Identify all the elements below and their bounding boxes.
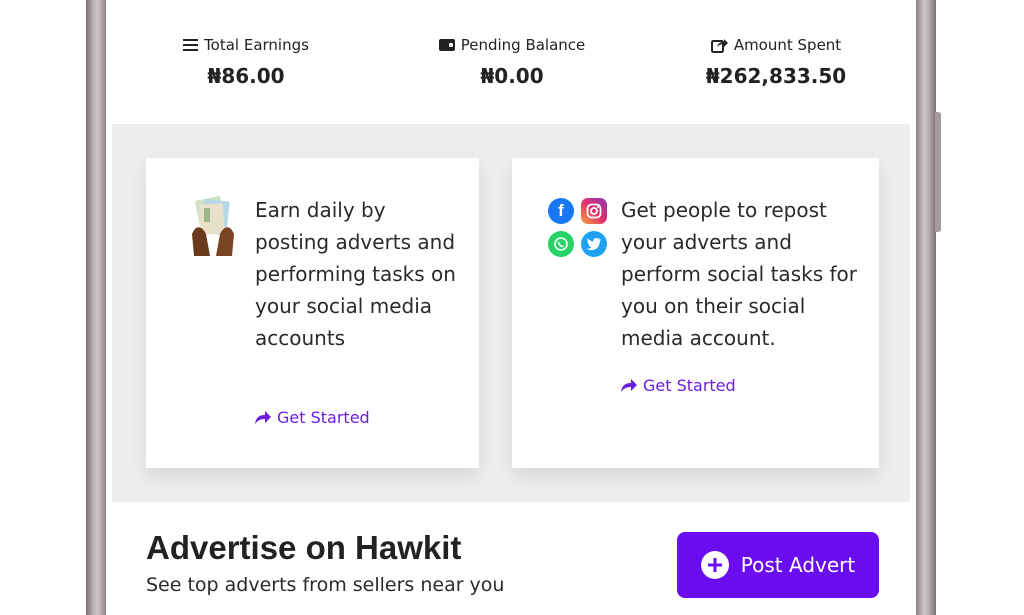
stat-total-earnings: Total Earnings ₦86.00 [146,36,346,88]
social-icons: f [548,198,610,258]
wallet-icon [438,39,455,51]
share-arrow-icon [621,378,637,392]
stat-amount-spent: Amount Spent ₦262,833.50 [676,36,876,88]
phone-frame-right [916,0,936,615]
earn-get-started-link[interactable]: Get Started [255,408,370,427]
post-advert-label: Post Advert [740,553,856,577]
money-hands-icon [192,196,234,256]
phone-frame-left [86,0,106,615]
facebook-icon: f [548,198,574,224]
stat-label: Total Earnings [204,36,309,54]
twitter-icon [581,231,607,257]
get-started-label: Get Started [643,376,736,395]
stat-value: ₦86.00 [207,64,285,88]
repost-card: f Get people to repost your adverts and … [512,158,879,468]
app-screen: Total Earnings ₦86.00 Pending Balance ₦0… [106,0,916,615]
list-icon [183,38,199,52]
share-arrow-icon [255,410,271,424]
share-out-icon [710,38,728,53]
advertise-title: Advertise on Hawkit [146,529,462,566]
earn-card: Earn daily by posting adverts and perfor… [146,158,479,468]
stat-label: Amount Spent [733,36,842,54]
whatsapp-icon [548,231,574,257]
stat-pending-balance: Pending Balance ₦0.00 [412,36,612,88]
phone-side-button [935,112,941,232]
post-advert-button[interactable]: Post Advert [677,532,879,598]
stat-label: Pending Balance [460,36,586,54]
earn-card-text: Earn daily by posting adverts and perfor… [255,198,456,350]
get-started-label: Get Started [277,408,370,427]
advertise-subtitle: See top adverts from sellers near you [146,574,505,596]
repost-get-started-link[interactable]: Get Started [621,376,736,395]
stat-value: ₦0.00 [480,64,544,88]
instagram-icon [581,198,607,224]
promo-section: Earn daily by posting adverts and perfor… [112,124,910,502]
repost-card-text: Get people to repost your adverts and pe… [621,198,857,350]
plus-circle-icon [700,551,729,579]
stat-value: ₦262,833.50 [705,64,847,88]
